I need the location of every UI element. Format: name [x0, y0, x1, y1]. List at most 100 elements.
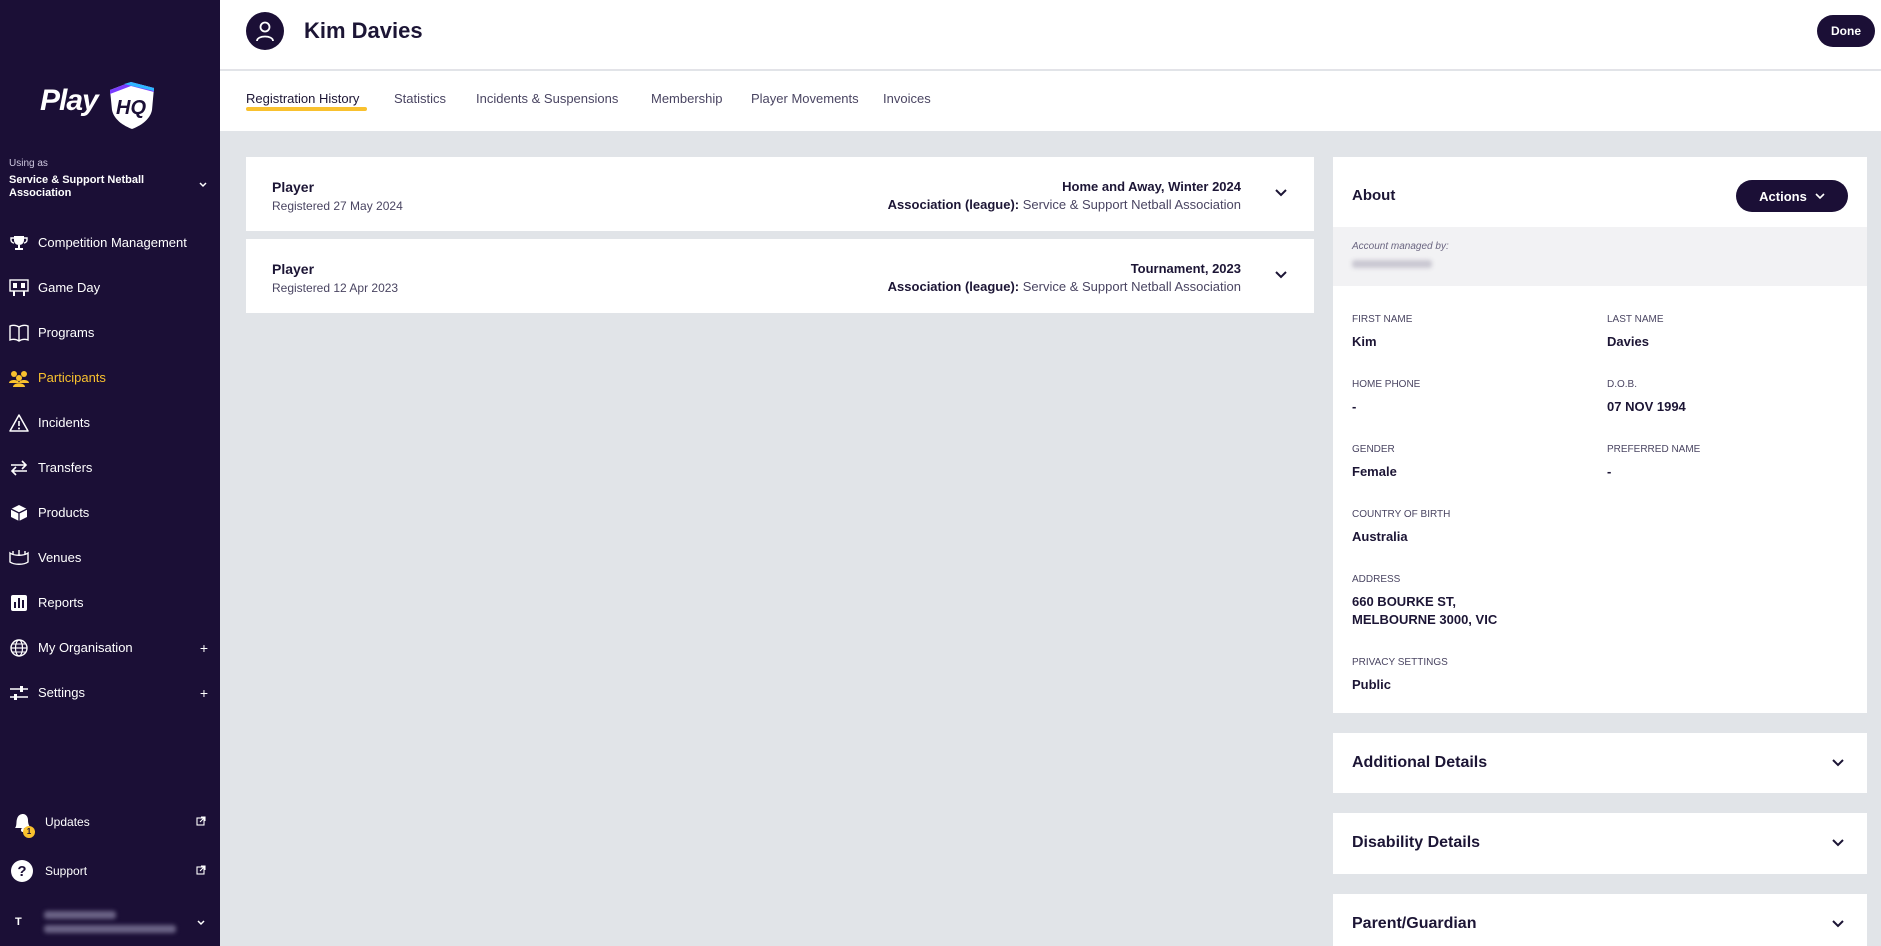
account-managed-section: Account managed by:: [1333, 227, 1867, 286]
sidebar-item-venues[interactable]: Venues: [0, 535, 220, 580]
sidebar-item-transfers[interactable]: Transfers: [0, 445, 220, 490]
logo-mark: HQ: [116, 97, 146, 119]
playhq-logo[interactable]: Play HQ: [40, 78, 160, 132]
sidebar-item-competition-management[interactable]: Competition Management: [0, 220, 220, 265]
chevron-down-icon: [1815, 193, 1825, 200]
sidebar-nav: Competition Management Game Day Programs…: [0, 220, 220, 715]
chevron-down-icon[interactable]: [1274, 188, 1288, 198]
page-header: Kim Davies Done: [220, 0, 1881, 70]
registration-association: Association (league): Service & Support …: [888, 279, 1241, 294]
address-line1: 660 BOURKE ST,: [1352, 594, 1457, 609]
sidebar-item-my-organisation[interactable]: My Organisation +: [0, 625, 220, 670]
registration-role: Player: [272, 179, 315, 195]
last-name-value: Davies: [1607, 334, 1649, 349]
participants-icon: [9, 368, 29, 388]
tab-player-movements[interactable]: Player Movements: [751, 91, 859, 106]
sidebar-item-label: Programs: [38, 325, 95, 340]
user-name-redacted: [44, 911, 116, 919]
registration-season: Tournament, 2023: [1130, 261, 1241, 276]
country-label: COUNTRY OF BIRTH: [1352, 509, 1451, 520]
user-initial: T: [15, 916, 22, 928]
section-disability-details[interactable]: Disability Details: [1333, 813, 1867, 874]
tab-incidents-suspensions[interactable]: Incidents & Suspensions: [476, 91, 618, 106]
sidebar-item-label: Game Day: [38, 280, 101, 295]
section-title: Additional Details: [1352, 754, 1488, 771]
tab-membership[interactable]: Membership: [651, 91, 723, 106]
sliders-icon: [9, 683, 29, 703]
last-name-label: LAST NAME: [1607, 314, 1664, 325]
book-icon: [9, 323, 29, 343]
dob-value: 07 NOV 1994: [1607, 399, 1686, 414]
bell-icon: 1: [9, 809, 35, 838]
registration-association: Association (league): Service & Support …: [888, 197, 1241, 212]
chevron-down-icon[interactable]: [1274, 270, 1288, 280]
support-label: Support: [45, 864, 88, 878]
first-name-label: FIRST NAME: [1352, 314, 1413, 325]
tab-registration-history[interactable]: Registration History: [246, 91, 359, 106]
avatar: [246, 12, 284, 50]
user-icon: [256, 21, 274, 42]
registration-date: Registered 12 Apr 2023: [272, 281, 399, 295]
about-title: About: [1352, 187, 1396, 204]
scoreboard-icon: [9, 278, 29, 298]
stadium-icon: [9, 548, 29, 568]
address-label: ADDRESS: [1352, 574, 1401, 585]
association-label: Association (league):: [887, 197, 1020, 212]
updates-badge: 1: [23, 826, 35, 838]
section-additional-details[interactable]: Additional Details: [1333, 733, 1867, 793]
chevron-down-icon[interactable]: [1831, 838, 1845, 848]
active-tab-indicator: [246, 107, 367, 111]
sidebar-support[interactable]: ? Support: [0, 851, 220, 891]
registration-date: Registered 27 May 2024: [272, 199, 403, 213]
svg-text:?: ?: [17, 863, 26, 880]
registration-card[interactable]: Player Registered 27 May 2024 Home and A…: [246, 157, 1314, 231]
home-phone-value: -: [1352, 399, 1357, 414]
updates-label: Updates: [45, 815, 90, 829]
managed-by-label: Account managed by:: [1352, 241, 1449, 252]
sidebar-updates[interactable]: 1 Updates: [0, 802, 220, 842]
sidebar-item-label: Competition Management: [38, 235, 187, 250]
globe-icon: [9, 638, 29, 658]
registration-role: Player: [272, 261, 315, 277]
help-circle-icon: ?: [9, 858, 35, 884]
chevron-down-icon[interactable]: [198, 180, 208, 190]
done-button[interactable]: Done: [1817, 15, 1875, 47]
tab-invoices[interactable]: Invoices: [883, 91, 931, 106]
report-icon: [9, 593, 29, 613]
expand-plus-icon[interactable]: +: [200, 685, 208, 701]
sidebar-item-settings[interactable]: Settings +: [0, 670, 220, 715]
box-icon: [9, 503, 29, 523]
expand-plus-icon[interactable]: +: [200, 640, 208, 656]
privacy-label: PRIVACY SETTINGS: [1352, 657, 1448, 668]
using-as-label: Using as: [9, 158, 48, 169]
trophy-icon: [9, 233, 29, 253]
tab-statistics[interactable]: Statistics: [394, 91, 446, 106]
sidebar-item-participants[interactable]: Participants: [0, 355, 220, 400]
sidebar-item-programs[interactable]: Programs: [0, 310, 220, 355]
actions-button[interactable]: Actions: [1736, 180, 1848, 212]
chevron-down-icon[interactable]: [196, 918, 206, 928]
page-title: Kim Davies: [304, 18, 423, 43]
user-menu[interactable]: T: [0, 905, 220, 939]
registration-card[interactable]: Player Registered 12 Apr 2023 Tournament…: [246, 239, 1314, 313]
chevron-down-icon[interactable]: [1831, 919, 1845, 929]
association-label: Association (league):: [887, 279, 1020, 294]
sidebar-item-label: Reports: [38, 595, 84, 610]
sidebar-item-label: Incidents: [38, 415, 91, 430]
chevron-down-icon[interactable]: [1831, 758, 1845, 768]
transfer-arrows-icon: [9, 458, 29, 478]
sidebar-item-products[interactable]: Products: [0, 490, 220, 535]
home-phone-label: HOME PHONE: [1352, 379, 1421, 390]
tab-bar: Registration History Statistics Incident…: [220, 71, 1881, 131]
gender-label: GENDER: [1352, 444, 1395, 455]
section-parent-guardian[interactable]: Parent/Guardian: [1333, 894, 1867, 946]
org-switcher[interactable]: Service & Support Netball Association: [9, 174, 179, 200]
sidebar-item-reports[interactable]: Reports: [0, 580, 220, 625]
manager-name-redacted: [1352, 260, 1432, 268]
preferred-name-label: PREFERRED NAME: [1607, 444, 1701, 455]
logo-text: Play: [40, 84, 99, 117]
section-title: Parent/Guardian: [1352, 915, 1477, 932]
sidebar-item-game-day[interactable]: Game Day: [0, 265, 220, 310]
sidebar-item-incidents[interactable]: Incidents: [0, 400, 220, 445]
dob-label: D.O.B.: [1607, 379, 1638, 390]
